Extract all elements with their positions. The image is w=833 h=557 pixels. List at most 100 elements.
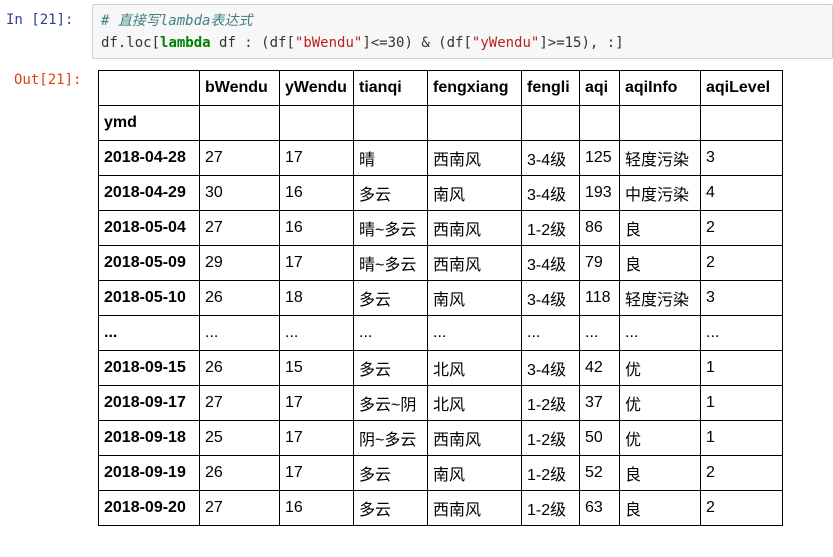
table-cell-bwendu: 27 (199, 140, 280, 176)
table-cell-aqi: 52 (579, 455, 620, 491)
table-cell-aqilevel: 1 (700, 385, 783, 421)
code-cell-editor[interactable]: # 直接写lambda表达式 df.loc[lambda df : (df["b… (92, 4, 833, 59)
table-cell-ywendu: 16 (279, 490, 354, 526)
table-cell-aqiinfo: 优 (619, 420, 701, 456)
table-cell-aqiinfo: 良 (619, 245, 701, 281)
table-cell-fengxiang: 北风 (427, 385, 522, 421)
table-cell-aqilevel: 2 (700, 210, 783, 246)
column-header: fengxiang (427, 70, 522, 106)
column-header: fengli (521, 70, 580, 106)
table-cell-aqiinfo: 优 (619, 350, 701, 386)
empty-header-cell (579, 105, 620, 141)
code-string: "yWendu" (471, 35, 540, 51)
table-row: 2018-05-09 29 17 晴~多云 西南风 3-4级 79 良 2 (98, 245, 783, 281)
table-cell-tianqi: 多云 (353, 455, 428, 491)
table-cell-aqilevel: 1 (700, 420, 783, 456)
table-cell-aqilevel: 3 (700, 140, 783, 176)
table-cell-fengli: 3-4级 (521, 350, 580, 386)
table-cell-fengxiang: 西南风 (427, 245, 522, 281)
column-header-row: bWendu yWendu tianqi fengxiang fengli aq… (98, 70, 783, 106)
code-comment: # 直接写lambda表达式 (101, 13, 253, 29)
table-cell-fengxiang: 西南风 (427, 420, 522, 456)
table-cell-aqi: 118 (579, 280, 620, 316)
table-cell-aqi: 50 (579, 420, 620, 456)
table-cell-ywendu: 17 (279, 140, 354, 176)
table-cell-aqiinfo: 良 (619, 490, 701, 526)
table-cell-bwendu: 27 (199, 210, 280, 246)
table-row: 2018-04-29 30 16 多云 南风 3-4级 193 中度污染 4 (98, 175, 783, 211)
table-cell-fengxiang: 南风 (427, 175, 522, 211)
table-cell-bwendu: 30 (199, 175, 280, 211)
table-cell-fengli: 1-2级 (521, 455, 580, 491)
table-cell-aqi: 86 (579, 210, 620, 246)
code-token: df.loc[ (101, 35, 161, 51)
table-cell-aqi: 37 (579, 385, 620, 421)
table-cell-ywendu: 16 (279, 175, 354, 211)
table-row: 2018-05-04 27 16 晴~多云 西南风 1-2级 86 良 2 (98, 210, 783, 246)
table-cell-bwendu: 29 (199, 245, 280, 281)
table-row: 2018-09-20 27 16 多云 西南风 1-2级 63 良 2 (98, 490, 783, 526)
table-cell-aqiinfo: 轻度污染 (619, 140, 701, 176)
table-cell-bwendu: 25 (199, 420, 280, 456)
empty-header-cell (619, 105, 701, 141)
table-cell-tianqi: 多云 (353, 350, 428, 386)
table-cell-tianqi: ... (353, 315, 428, 351)
table-cell-aqiinfo: ... (619, 315, 701, 351)
table-cell-fengli: 3-4级 (521, 280, 580, 316)
table-cell-aqilevel: ... (700, 315, 783, 351)
empty-header-cell (521, 105, 580, 141)
table-cell-fengli: 3-4级 (521, 140, 580, 176)
table-cell-fengli: ... (521, 315, 580, 351)
table-cell-fengli: 1-2级 (521, 420, 580, 456)
table-cell-fengxiang: 南风 (427, 455, 522, 491)
table-row: ........................... (98, 315, 783, 351)
table-cell-ywendu: 17 (279, 455, 354, 491)
table-row: 2018-09-17 27 17 多云~阴 北风 1-2级 37 优 1 (98, 385, 783, 421)
table-cell-tianqi: 晴 (353, 140, 428, 176)
column-header: aqi (579, 70, 620, 106)
code-line: df.loc[lambda df : (df["bWendu"]<=30) & … (101, 32, 832, 54)
row-index: 2018-09-17 (98, 385, 200, 421)
table-cell-ywendu: ... (279, 315, 354, 351)
row-index: 2018-09-20 (98, 490, 200, 526)
table-cell-aqi: 193 (579, 175, 620, 211)
row-index: 2018-04-28 (98, 140, 200, 176)
table-cell-tianqi: 多云 (353, 175, 428, 211)
table-cell-aqilevel: 4 (700, 175, 783, 211)
row-index: 2018-09-19 (98, 455, 200, 491)
table-cell-aqilevel: 3 (700, 280, 783, 316)
table-cell-bwendu: ... (199, 315, 280, 351)
row-index: 2018-05-04 (98, 210, 200, 246)
row-index: 2018-05-10 (98, 280, 200, 316)
table-cell-fengli: 3-4级 (521, 245, 580, 281)
empty-header-cell (199, 105, 280, 141)
table-cell-ywendu: 18 (279, 280, 354, 316)
table-cell-bwendu: 27 (199, 490, 280, 526)
table-cell-ywendu: 16 (279, 210, 354, 246)
code-token: ]<=30) & (df[ (362, 35, 472, 51)
column-header: yWendu (279, 70, 354, 106)
table-cell-tianqi: 晴~多云 (353, 245, 428, 281)
table-row: 2018-09-19 26 17 多云 南风 1-2级 52 良 2 (98, 455, 783, 491)
table-cell-fengxiang: 北风 (427, 350, 522, 386)
code-keyword: lambda (160, 35, 211, 51)
table-cell-tianqi: 多云 (353, 280, 428, 316)
table-cell-fengxiang: 南风 (427, 280, 522, 316)
table-cell-bwendu: 26 (199, 280, 280, 316)
empty-header-cell (427, 105, 522, 141)
table-cell-tianqi: 晴~多云 (353, 210, 428, 246)
table-row: 2018-05-10 26 18 多云 南风 3-4级 118 轻度污染 3 (98, 280, 783, 316)
table-cell-fengxiang: 西南风 (427, 210, 522, 246)
table-cell-aqi: ... (579, 315, 620, 351)
table-cell-aqi: 79 (579, 245, 620, 281)
table-cell-aqiinfo: 轻度污染 (619, 280, 701, 316)
code-token: ]>=15), :] (539, 35, 624, 51)
table-cell-ywendu: 17 (279, 245, 354, 281)
table-cell-tianqi: 多云~阴 (353, 385, 428, 421)
table-cell-aqilevel: 2 (700, 490, 783, 526)
table-cell-fengli: 1-2级 (521, 385, 580, 421)
column-header: aqiInfo (619, 70, 701, 106)
table-cell-fengli: 3-4级 (521, 175, 580, 211)
column-header: bWendu (199, 70, 280, 106)
dataframe-table: bWendu yWendu tianqi fengxiang fengli aq… (98, 70, 783, 526)
